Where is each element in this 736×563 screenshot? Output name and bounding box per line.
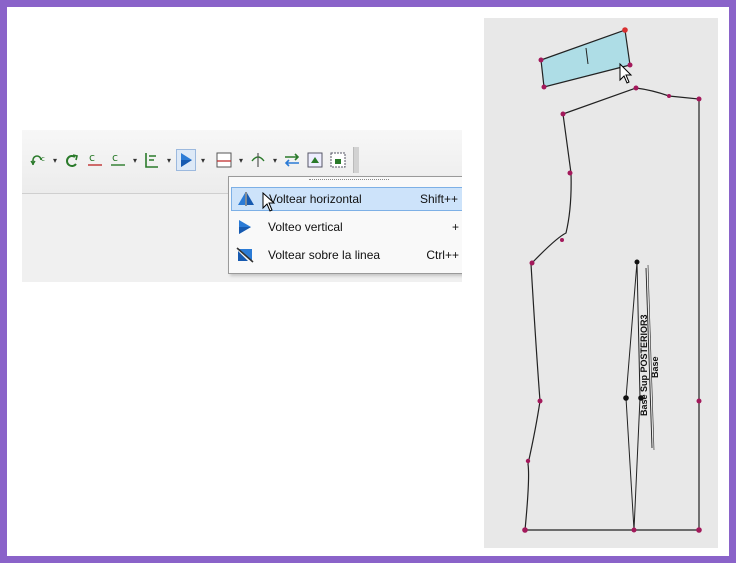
menu-item-flip-over-line[interactable]: Voltear sobre la linea Ctrl++ <box>231 243 462 267</box>
menu-item-label: Voltear sobre la linea <box>268 248 381 262</box>
pattern-point <box>667 94 671 98</box>
collar-point <box>541 84 547 90</box>
menu-item-label: Volteo vertical <box>268 220 343 234</box>
menu-gripper[interactable] <box>309 179 389 182</box>
image-dotted-icon[interactable] <box>328 149 348 171</box>
pattern-point <box>537 398 543 404</box>
pattern-canvas[interactable]: I Base Sup POSTERIOR3 Base <box>484 18 718 548</box>
collar-label: I <box>484 18 485 19</box>
collar-point <box>622 27 628 33</box>
image-icon[interactable] <box>305 149 325 171</box>
pattern-point <box>522 527 528 533</box>
menu-item-shortcut: Shift++ <box>419 192 458 206</box>
mirror-dropdown-icon[interactable]: ▾ <box>271 149 279 171</box>
flip-over-line-icon <box>234 245 256 265</box>
pattern-point <box>696 96 702 102</box>
rotate-cw-icon[interactable] <box>62 149 82 171</box>
collar-point <box>627 62 633 68</box>
pattern-point <box>638 395 644 401</box>
menu-item-flip-vertical[interactable]: Volteo vertical + <box>231 215 462 239</box>
pattern-point <box>525 458 531 464</box>
collar-piece <box>540 29 631 88</box>
rotate-dropdown-icon[interactable]: ▾ <box>51 149 59 171</box>
back-bodice-outline <box>524 87 700 531</box>
pattern-point <box>696 398 702 404</box>
pattern-point <box>560 238 564 242</box>
mouse-cursor-icon <box>262 191 276 217</box>
pattern-point <box>529 260 535 266</box>
page-dropdown-icon[interactable]: ▾ <box>237 149 245 171</box>
flip-vertical-icon <box>234 217 256 237</box>
align-step-icon[interactable] <box>142 149 162 171</box>
menu-item-shortcut: + <box>451 220 459 234</box>
piece-label: Base Sup POSTERIOR3 <box>639 314 649 416</box>
rotate-ccw-icon[interactable]: c <box>28 149 48 171</box>
toolbar-icons: c ▾ c c ▾ ▾ ▾ ▾ ▾ <box>28 146 359 174</box>
pattern-point <box>633 85 639 91</box>
menu-item-label: Voltear horizontal <box>269 192 362 206</box>
align-step-dropdown-icon[interactable]: ▾ <box>165 149 173 171</box>
pattern-point <box>631 527 637 533</box>
pattern-point <box>634 259 640 265</box>
pattern-point <box>623 395 629 401</box>
align-dropdown-icon[interactable]: ▾ <box>131 149 139 171</box>
pattern-point <box>696 527 702 533</box>
page-icon[interactable] <box>214 149 234 171</box>
align-horizontal-icon[interactable]: c <box>85 149 105 171</box>
svg-text:c: c <box>112 151 118 164</box>
flip-icon[interactable] <box>176 149 196 171</box>
piece-sub-label: Base <box>650 356 660 378</box>
flip-dropdown-icon[interactable]: ▾ <box>199 149 207 171</box>
menu-item-shortcut: Ctrl++ <box>426 248 459 262</box>
collar-point <box>538 57 544 63</box>
swap-icon[interactable] <box>282 149 302 171</box>
toolbar-panel: c ▾ c c ▾ ▾ ▾ ▾ ▾ Voltear horizontal Shi… <box>22 130 462 282</box>
svg-text:c: c <box>89 151 95 164</box>
pattern-point <box>567 170 573 176</box>
pattern-point <box>560 111 566 117</box>
svg-text:c: c <box>41 155 45 163</box>
mirror-icon[interactable] <box>248 149 268 171</box>
flip-menu: Voltear horizontal Shift++ Volteo vertic… <box>228 176 462 274</box>
pattern-drawing: I Base Sup POSTERIOR3 Base <box>484 18 702 533</box>
waist-dart <box>625 261 641 531</box>
align-arc-icon[interactable]: c <box>108 149 128 171</box>
toolbar-overflow-grip[interactable] <box>353 147 359 173</box>
flip-horizontal-icon <box>235 189 257 209</box>
